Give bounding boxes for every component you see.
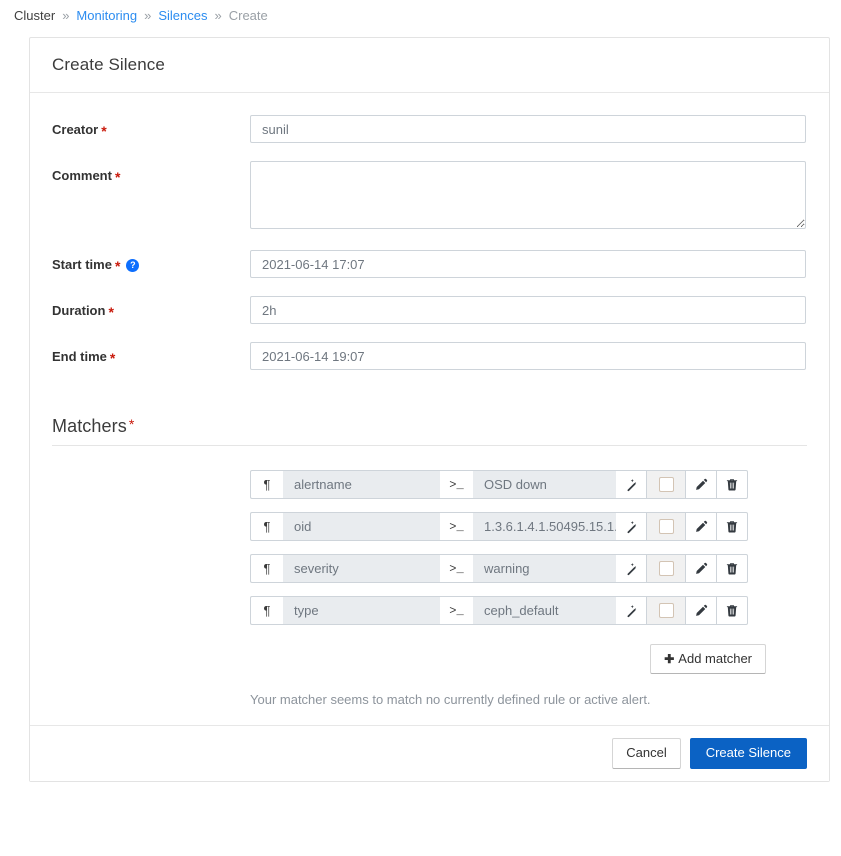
start-time-input-wrap	[250, 250, 807, 278]
duration-input-wrap	[250, 296, 807, 324]
plus-icon: ✚	[664, 652, 675, 666]
breadcrumb-item-create: Create	[228, 8, 268, 23]
terminal-icon: >_	[440, 470, 473, 499]
comment-label: Comment *	[52, 161, 250, 185]
add-matcher-label: Add matcher	[678, 651, 752, 666]
matcher-name-input[interactable]: severity	[283, 554, 440, 583]
breadcrumb-item-cluster: Cluster	[14, 8, 56, 23]
delete-trash-icon[interactable]	[717, 512, 748, 541]
creator-label: Creator *	[52, 115, 250, 139]
terminal-icon: >_	[440, 554, 473, 583]
duration-label-text: Duration	[52, 303, 106, 318]
create-silence-button[interactable]: Create Silence	[689, 738, 807, 769]
pilcrow-icon: ¶	[250, 512, 283, 541]
end-time-label-text: End time	[52, 349, 107, 364]
terminal-icon: >_	[440, 596, 473, 625]
creator-label-text: Creator	[52, 122, 99, 137]
comment-label-text: Comment	[52, 168, 112, 183]
matcher-warning-note: Your matcher seems to match no currently…	[250, 692, 651, 708]
comment-input-wrap	[250, 161, 807, 232]
duration-label: Duration *	[52, 296, 250, 320]
magic-wand-icon[interactable]	[616, 596, 647, 625]
field-row-duration: Duration *	[52, 296, 807, 324]
start-time-label-text: Start time	[52, 257, 112, 272]
start-time-label: Start time *?	[52, 250, 250, 274]
magic-wand-icon[interactable]	[616, 512, 647, 541]
pilcrow-icon: ¶	[250, 470, 283, 499]
matcher-name-input[interactable]: type	[283, 596, 440, 625]
delete-trash-icon[interactable]	[717, 596, 748, 625]
question-circle-icon[interactable]: ?	[126, 259, 140, 273]
breadcrumb-item-monitoring[interactable]: Monitoring	[76, 8, 137, 23]
required-marker: *	[108, 304, 114, 320]
required-marker: *	[109, 350, 116, 366]
breadcrumb-separator-icon: »	[62, 8, 70, 23]
matchers-section-title: Matchers *	[52, 388, 807, 446]
breadcrumb-separator-icon: »	[214, 8, 222, 23]
add-matcher-button[interactable]: ✚ Add matcher	[650, 644, 766, 675]
required-marker: *	[128, 416, 135, 432]
matcher-checkbox-cell	[647, 512, 686, 541]
required-marker: *	[101, 123, 107, 139]
magic-wand-icon[interactable]	[616, 470, 647, 499]
delete-trash-icon[interactable]	[717, 554, 748, 583]
field-row-end-time: End time *	[52, 342, 807, 370]
edit-pencil-icon[interactable]	[686, 512, 717, 541]
creator-input[interactable]	[250, 115, 806, 143]
end-time-input-wrap	[250, 342, 807, 370]
cancel-button[interactable]: Cancel	[612, 738, 681, 769]
delete-trash-icon[interactable]	[717, 470, 748, 499]
end-time-input[interactable]	[250, 342, 806, 370]
matcher-checkbox[interactable]	[658, 519, 674, 534]
create-silence-card: Create Silence Creator* Comment* Start t…	[29, 37, 830, 782]
pilcrow-icon: ¶	[250, 596, 283, 625]
matcher-checkbox-cell	[647, 596, 686, 625]
matcher-value-input[interactable]: warning	[473, 554, 616, 583]
field-row-creator: Creator *	[52, 115, 807, 143]
card-title: Create Silence	[30, 38, 829, 93]
matcher-checkbox[interactable]	[658, 603, 674, 618]
matcher-name-input[interactable]: oid	[283, 512, 440, 541]
creator-input-wrap	[250, 115, 807, 143]
end-time-label: End time *	[52, 342, 250, 366]
comment-textarea[interactable]	[250, 161, 806, 229]
matcher-row: ¶oid>_1.3.6.1.4.1.50495.15.1. ...	[250, 512, 807, 541]
matcher-checkbox-cell	[647, 470, 686, 499]
matcher-checkbox[interactable]	[658, 477, 674, 492]
matchers-title-text: Matchers	[52, 416, 127, 436]
breadcrumb: Cluster » Monitoring » Silences » Create	[0, 0, 841, 31]
edit-pencil-icon[interactable]	[686, 554, 717, 583]
matcher-value-input[interactable]: ceph_default	[473, 596, 616, 625]
breadcrumb-separator-icon: »	[144, 8, 152, 23]
card-body: Creator* Comment* Start time*?	[30, 93, 829, 725]
required-marker: *	[114, 258, 121, 274]
matcher-name-input[interactable]: alertname	[283, 470, 440, 499]
terminal-icon: >_	[440, 512, 473, 541]
matcher-value-input[interactable]: OSD down	[473, 470, 616, 499]
card-footer: Cancel Create Silence	[30, 725, 829, 781]
magic-wand-icon[interactable]	[616, 554, 647, 583]
edit-pencil-icon[interactable]	[686, 596, 717, 625]
field-row-start-time: Start time *?	[52, 250, 807, 278]
matcher-value-input[interactable]: 1.3.6.1.4.1.50495.15.1. ...	[473, 512, 616, 541]
matcher-row: ¶ type >_ ceph_default	[250, 596, 807, 625]
field-row-comment: Comment *	[52, 161, 807, 232]
add-matcher-row: ✚ Add matcher	[52, 644, 807, 675]
matcher-checkbox[interactable]	[658, 561, 674, 576]
duration-input[interactable]	[250, 296, 806, 324]
matchers-list: ¶ alertname >_ OSD down ¶ oid >_ 1.3.6.1.4.1.50…	[52, 470, 807, 625]
start-time-input[interactable]	[250, 250, 806, 278]
edit-pencil-icon[interactable]	[686, 470, 717, 499]
required-marker: *	[114, 169, 121, 185]
breadcrumb-item-silences[interactable]: Silences	[158, 8, 207, 23]
matcher-row: ¶ severity >_ warning	[250, 554, 807, 583]
pilcrow-icon: ¶	[250, 554, 283, 583]
matcher-row: ¶ alertname >_ OSD down	[250, 470, 807, 499]
matcher-checkbox-cell	[647, 554, 686, 583]
